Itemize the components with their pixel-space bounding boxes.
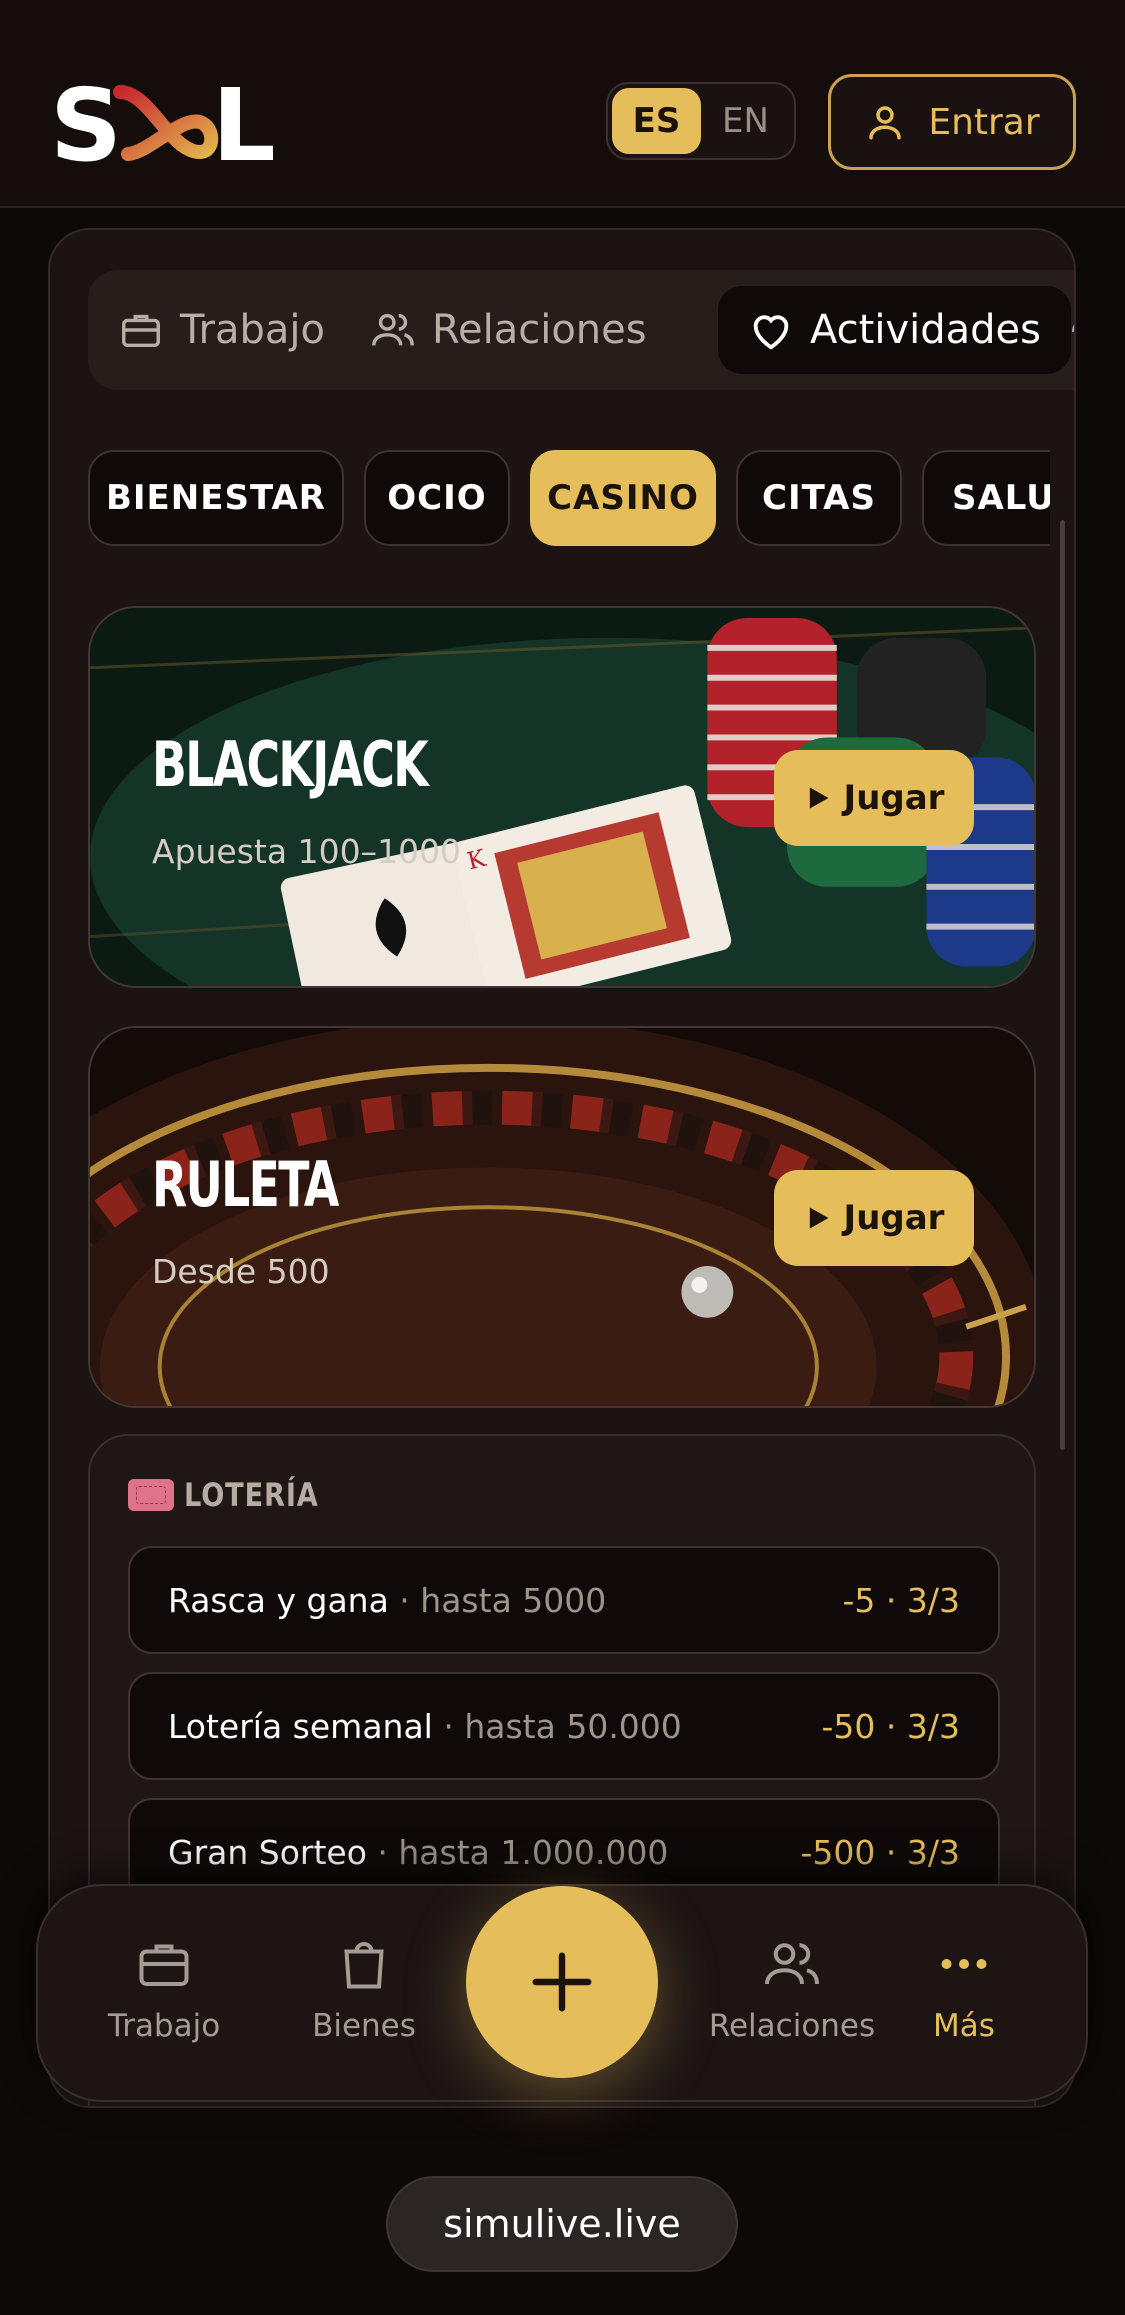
login-button[interactable]: Entrar [828, 74, 1076, 170]
app-header: S L ES EN Entrar [0, 0, 1125, 208]
users-icon [765, 1943, 819, 1985]
more-dots-icon [941, 1959, 987, 1969]
users-icon [372, 313, 414, 346]
shopping-bag-icon [344, 1942, 384, 1989]
lottery-header: LOTERÍA [128, 1476, 342, 1514]
subtab-bienestar[interactable]: BIENESTAR [88, 450, 344, 546]
tab-trabajo[interactable]: Trabajo [88, 286, 355, 374]
subcategory-tabs: BIENESTAR OCIO CASINO CITAS SALUD [88, 450, 1050, 550]
lottery-item-cost: -5 · 3/3 [842, 1580, 960, 1620]
lottery-item-info: Gran Sorteo · hasta 1.000.000 [168, 1833, 668, 1872]
lottery-item-info: Rasca y gana · hasta 5000 [168, 1581, 606, 1620]
heart-icon [753, 315, 789, 350]
play-button[interactable]: Jugar [774, 750, 974, 846]
lang-en-option[interactable]: EN [701, 88, 790, 154]
play-label: Jugar [843, 1198, 945, 1238]
ticket-icon [128, 1479, 174, 1511]
browser-url-bar[interactable]: simulive.live [386, 2176, 738, 2272]
nav-label: Trabajo [107, 2008, 221, 2044]
lottery-item-max: hasta 1.000.000 [398, 1832, 669, 1872]
language-toggle: ES EN [606, 82, 796, 160]
login-label: Entrar [928, 101, 1040, 143]
nav-label: Bienes [312, 2008, 416, 2044]
game-title: RULETA [152, 1148, 339, 1221]
lottery-item-info: Lotería semanal · hasta 50.000 [168, 1707, 682, 1746]
play-icon [809, 787, 829, 809]
lottery-item-name: Lotería semanal [168, 1706, 433, 1746]
tab-actividades[interactable]: Actividades [718, 286, 1071, 374]
nav-label: Relaciones [708, 2008, 876, 2044]
lottery-item-rasca[interactable]: Rasca y gana · hasta 5000 -5 · 3/3 [128, 1546, 1000, 1654]
game-subtitle: Apuesta 100–1000 [152, 832, 462, 871]
svg-text:L: L [212, 72, 276, 170]
play-label: Jugar [843, 778, 945, 818]
briefcase-icon [139, 1944, 189, 1986]
tab-label: Actividades [810, 307, 1041, 353]
tab-more[interactable] [1046, 286, 1074, 374]
svg-text:S: S [50, 72, 122, 170]
lottery-item-cost: -500 · 3/3 [800, 1832, 960, 1872]
main-panel: Trabajo Relaciones Actividades BIENESTAR… [48, 228, 1076, 2108]
briefcase-icon [122, 314, 160, 348]
tab-label: Relaciones [432, 307, 647, 353]
category-tabs[interactable]: Trabajo Relaciones Actividades [88, 270, 1074, 390]
play-icon [809, 1207, 829, 1229]
nav-label: Más [933, 2008, 995, 2044]
plus-icon [532, 1952, 592, 2012]
add-button[interactable] [466, 1886, 658, 2078]
lottery-title: LOTERÍA [184, 1476, 319, 1514]
lottery-item-semanal[interactable]: Lotería semanal · hasta 50.000 -50 · 3/3 [128, 1672, 1000, 1780]
lottery-item-name: Gran Sorteo [168, 1832, 367, 1872]
game-title: BLACKJACK [152, 728, 429, 801]
game-card-blackjack[interactable]: K BLACKJACK Apuesta 100–1000 Jugar [88, 606, 1036, 988]
game-card-ruleta[interactable]: RULETA Desde 500 Jugar [88, 1026, 1036, 1408]
nav-mas[interactable]: Más [874, 1934, 1054, 2044]
fingerprint-icon [1072, 324, 1074, 332]
lang-es-option[interactable]: ES [612, 88, 701, 154]
lottery-item-name: Rasca y gana [168, 1580, 389, 1620]
subtab-citas[interactable]: CITAS [736, 450, 902, 546]
separator: · [388, 1580, 421, 1620]
subtab-salud[interactable]: SALUD [922, 450, 1050, 546]
nav-trabajo[interactable]: Trabajo [74, 1934, 254, 2044]
lottery-item-max: hasta 50.000 [464, 1706, 682, 1746]
subtab-ocio[interactable]: OCIO [364, 450, 510, 546]
sxl-logo[interactable]: S L [50, 72, 286, 170]
tab-relaciones[interactable]: Relaciones [340, 286, 677, 374]
user-icon [869, 106, 902, 140]
play-button[interactable]: Jugar [774, 1170, 974, 1266]
separator: · [366, 1832, 399, 1872]
game-subtitle: Desde 500 [152, 1252, 330, 1291]
subtab-casino[interactable]: CASINO [530, 450, 716, 546]
nav-bienes[interactable]: Bienes [274, 1934, 454, 2044]
tab-label: Trabajo [180, 307, 325, 353]
lottery-item-cost: -50 · 3/3 [821, 1706, 960, 1746]
scrollbar[interactable] [1060, 520, 1065, 1450]
separator: · [432, 1706, 465, 1746]
lottery-item-max: hasta 5000 [420, 1580, 607, 1620]
